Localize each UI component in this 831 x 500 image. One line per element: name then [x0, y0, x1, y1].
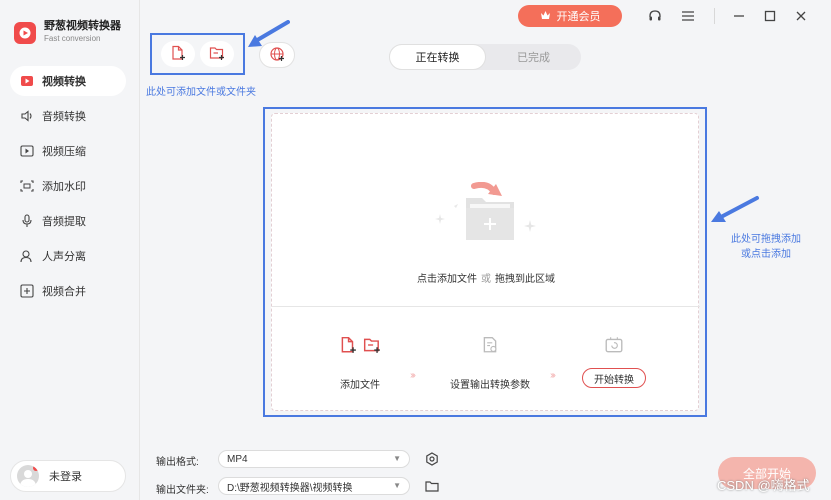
folder-drop-icon [454, 182, 514, 240]
sidebar-item-video-merge[interactable]: 视频合并 [10, 276, 126, 306]
video-compress-icon [20, 144, 34, 158]
user-login-button[interactable]: 未登录 [10, 460, 126, 492]
watermark-icon [20, 179, 34, 193]
chevron-right-icon: ››› [550, 370, 556, 381]
sidebar-item-label: 视频压缩 [42, 146, 86, 158]
sidebar-item-label: 视频转换 [42, 76, 86, 88]
titlebar-divider [714, 8, 715, 24]
add-buttons-group [150, 33, 245, 75]
tab-completed[interactable]: 已完成 [486, 44, 581, 70]
vip-button[interactable]: 开通会员 [518, 5, 622, 27]
output-format-select[interactable]: MP4 ▼ [218, 450, 410, 468]
open-folder-icon[interactable] [425, 479, 439, 493]
output-folder-value: D:\野葱视频转换器\视频转换 [227, 482, 353, 494]
output-format-label: 输出格式: [156, 457, 199, 468]
sidebar: 野葱视频转换器 Fast conversion 视频转换 音频转换 视频压缩 添… [0, 0, 140, 500]
sidebar-item-label: 人声分离 [42, 251, 86, 263]
sidebar-item-video-compress[interactable]: 视频压缩 [10, 136, 126, 166]
app-logo: 野葱视频转换器 Fast conversion [14, 20, 121, 45]
sidebar-item-label: 音频提取 [42, 216, 86, 228]
audio-extract-icon [20, 214, 34, 228]
sidebar-item-video-convert[interactable]: 视频转换 [10, 66, 126, 96]
dropzone-title: 点击添加文件或拖拽到此区域 [272, 270, 700, 285]
menu-icon[interactable] [680, 8, 696, 24]
convert-video-icon [604, 336, 624, 357]
add-folder-button[interactable] [200, 41, 235, 67]
sidebar-item-label: 视频合并 [42, 286, 86, 298]
audio-convert-icon [20, 109, 34, 123]
hint-drag-line2: 或点击添加 [741, 249, 791, 260]
dropzone[interactable]: 点击添加文件或拖拽到此区域 添加文件 ››› 设置输出转换参数 ››› 开始转换 [271, 113, 700, 411]
crown-icon [540, 10, 551, 23]
step-add-files: 添加文件 [320, 336, 400, 391]
hint-drag-drop: 此处可拖拽添加 或点击添加 [721, 232, 811, 262]
hint-drag-line1: 此处可拖拽添加 [731, 234, 801, 245]
dropzone-highlight: 点击添加文件或拖拽到此区域 添加文件 ››› 设置输出转换参数 ››› 开始转换 [263, 107, 707, 417]
app-logo-icon [14, 21, 36, 44]
video-convert-icon [20, 74, 34, 88]
vip-label: 开通会员 [556, 11, 601, 23]
minimize-icon[interactable] [731, 8, 747, 24]
app-title: 野葱视频转换器 [44, 20, 121, 32]
status-tabs: 正在转换 已完成 [389, 44, 581, 70]
add-file-icon [339, 336, 357, 357]
sidebar-item-label: 添加水印 [42, 181, 86, 193]
add-file-icon [170, 45, 186, 64]
format-settings-icon[interactable] [425, 452, 439, 466]
sidebar-item-audio-convert[interactable]: 音频转换 [10, 101, 126, 131]
step-label-add-files: 添加文件 [340, 380, 380, 391]
start-convert-button[interactable]: 开始转换 [582, 368, 646, 388]
chevron-down-icon: ▼ [393, 454, 401, 463]
main-panel: 开通会员 此处可添加文件或文件夹 此处可拖拽添加 或点击添加 正在转换 已完成 … [141, 0, 831, 500]
settings-file-icon [481, 336, 499, 357]
annotation-arrow-right [711, 196, 759, 222]
sidebar-item-label: 音频转换 [42, 111, 86, 123]
add-file-button[interactable] [160, 41, 195, 67]
notification-dot [33, 465, 39, 471]
user-status-label: 未登录 [49, 471, 82, 483]
dropzone-drag-text: 拖拽到此区域 [495, 274, 555, 285]
step-start: 开始转换 [574, 336, 654, 388]
watermark-text: CSDN @嗨格式 [717, 478, 810, 493]
video-merge-icon [20, 284, 34, 298]
avatar [17, 465, 39, 487]
chevron-right-icon: ››› [410, 370, 416, 381]
output-folder-select[interactable]: D:\野葱视频转换器\视频转换 ▼ [218, 477, 410, 495]
add-folder-icon [209, 45, 225, 64]
output-format-value: MP4 [227, 453, 248, 465]
hint-add-files: 此处可添加文件或文件夹 [146, 87, 256, 98]
add-folder-icon [363, 336, 381, 357]
dropzone-or-text: 或 [481, 274, 491, 285]
sidebar-nav: 视频转换 音频转换 视频压缩 添加水印 音频提取 人声分离 视频合并 [10, 66, 126, 311]
output-folder-label: 输出文件夹: [156, 485, 209, 496]
sidebar-item-vocal-separate[interactable]: 人声分离 [10, 241, 126, 271]
chevron-down-icon: ▼ [393, 481, 401, 490]
step-settings: 设置输出转换参数 [440, 336, 540, 391]
sparkle-icon [524, 220, 536, 232]
sidebar-item-watermark[interactable]: 添加水印 [10, 171, 126, 201]
headset-icon[interactable] [647, 8, 663, 24]
maximize-icon[interactable] [762, 8, 778, 24]
sidebar-item-audio-extract[interactable]: 音频提取 [10, 206, 126, 236]
close-icon[interactable] [793, 8, 809, 24]
vocal-separate-icon [20, 249, 34, 263]
step-label-settings: 设置输出转换参数 [450, 380, 530, 391]
tab-converting[interactable]: 正在转换 [389, 44, 486, 70]
sparkle-icon [435, 214, 445, 224]
dropzone-click-text: 点击添加文件 [417, 274, 477, 285]
dropzone-divider [272, 306, 700, 307]
app-subtitle: Fast conversion [44, 34, 101, 43]
annotation-arrow-top [248, 20, 290, 47]
